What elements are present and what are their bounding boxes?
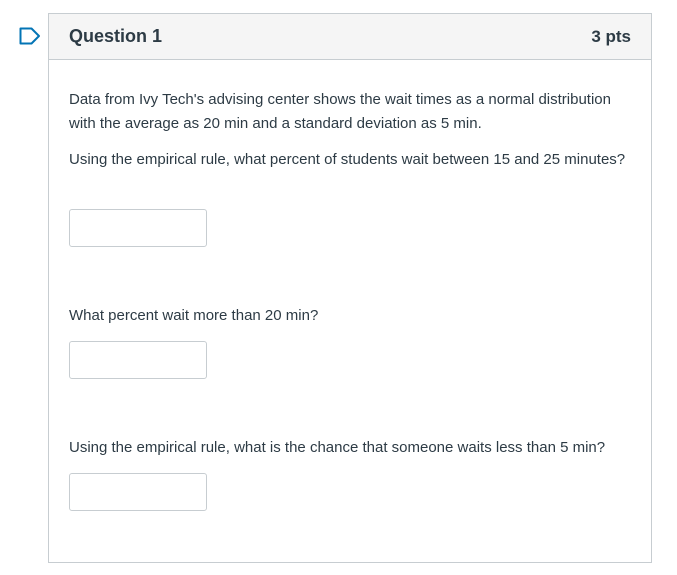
answer-input-3[interactable] bbox=[69, 473, 207, 511]
question-header: Question 1 3 pts bbox=[49, 14, 651, 60]
flag-icon[interactable] bbox=[19, 27, 41, 45]
question-title: Question 1 bbox=[69, 26, 163, 46]
question-card: Question 1 3 pts Data from Ivy Tech's ad… bbox=[48, 13, 652, 563]
question-points: 3 pts bbox=[591, 26, 631, 46]
answer-input-2[interactable] bbox=[69, 341, 207, 379]
question-text-part-2: What percent wait more than 20 min? bbox=[69, 307, 319, 324]
answer-input-1[interactable] bbox=[69, 209, 207, 247]
question-text-intro: Data from Ivy Tech's advising center sho… bbox=[69, 91, 611, 132]
question-text-part-1: Using the empirical rule, what percent o… bbox=[69, 151, 626, 168]
question-text-part-3: Using the empirical rule, what is the ch… bbox=[69, 439, 606, 456]
